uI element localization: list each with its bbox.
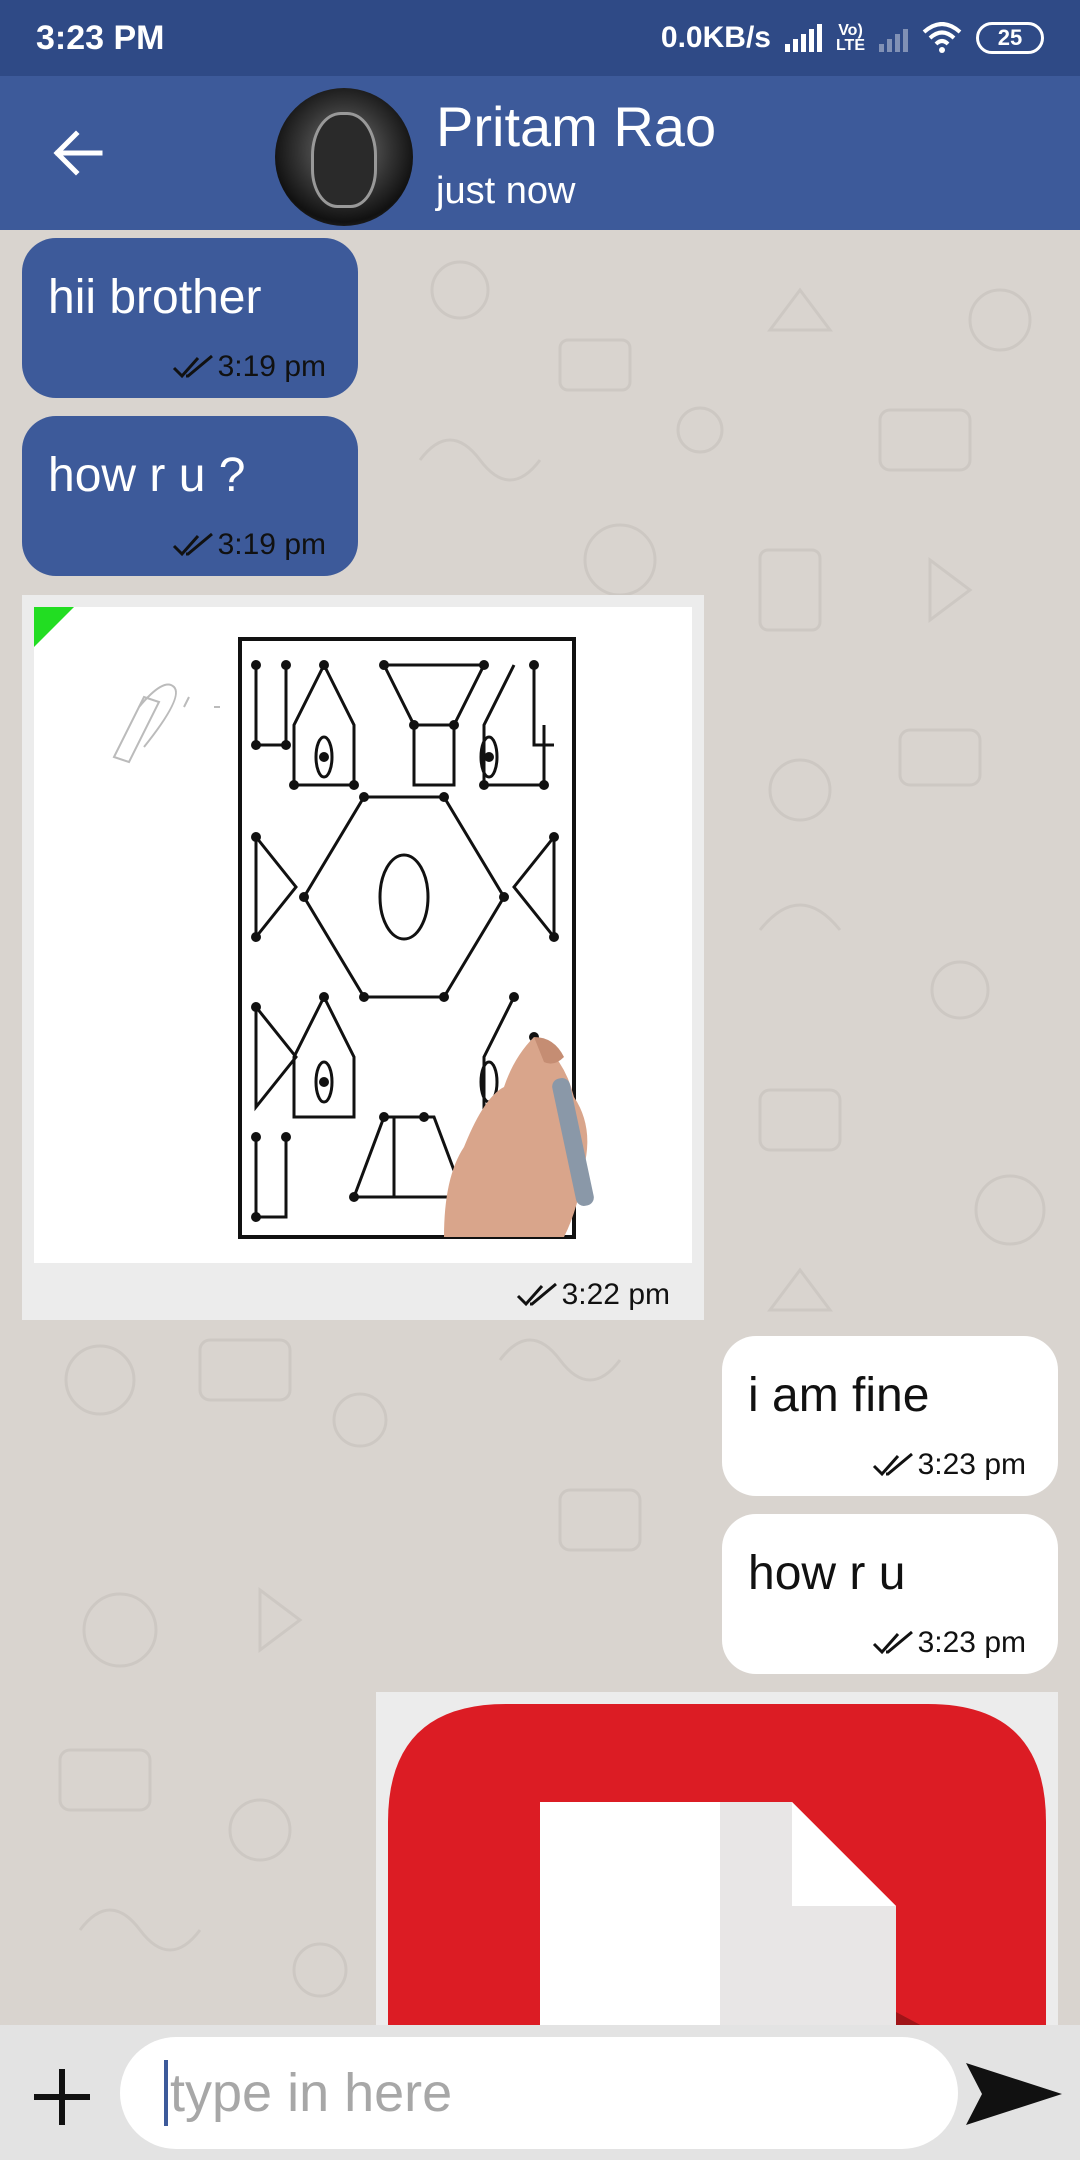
avatar-face — [311, 112, 377, 208]
message-outgoing[interactable]: how r u 3:23 pm — [722, 1514, 1058, 1674]
message-incoming[interactable]: hii brother 3:19 pm — [22, 238, 358, 398]
message-incoming[interactable]: how r u ? 3:19 pm — [22, 416, 358, 576]
double-check-icon — [872, 1452, 913, 1477]
status-time: 3:23 PM — [36, 18, 165, 57]
send-icon[interactable] — [962, 2059, 1066, 2129]
plus-icon[interactable] — [30, 2065, 94, 2129]
double-check-icon — [516, 1282, 557, 1307]
message-text: how r u — [748, 1547, 906, 1600]
message-time: 3:23 pm — [872, 1448, 1026, 1482]
message-input[interactable]: type in here — [120, 2037, 958, 2149]
volte-icon: Vo) LTE — [835, 22, 865, 54]
wifi-icon — [922, 22, 962, 53]
battery-icon: 25 — [976, 22, 1044, 54]
contact-status: just now — [436, 170, 576, 212]
contact-name[interactable]: Pritam Rao — [436, 94, 716, 159]
avatar[interactable] — [275, 88, 413, 226]
chat-header: Pritam Rao just now — [0, 76, 1080, 230]
message-time-text: 3:23 pm — [917, 1626, 1026, 1659]
image-thumbnail[interactable] — [34, 607, 692, 1263]
double-check-icon — [172, 532, 213, 557]
text-caret — [164, 2060, 168, 2126]
message-time-text: 3:19 pm — [217, 528, 326, 561]
battery-level: 25 — [997, 25, 1023, 50]
signal-dim-icon — [879, 24, 908, 52]
message-input-placeholder: type in here — [170, 2063, 453, 2123]
message-time: 3:19 pm — [172, 350, 326, 384]
status-bar: 3:23 PM 0.0KB/s Vo) LTE 25 — [0, 0, 1080, 76]
message-time-text: 3:22 pm — [561, 1278, 670, 1311]
message-time-text: 3:23 pm — [917, 1448, 1026, 1481]
message-text: i am fine — [748, 1369, 930, 1422]
message-time-text: 3:19 pm — [217, 350, 326, 383]
double-check-icon — [872, 1630, 913, 1655]
arrow-left-icon[interactable] — [50, 126, 104, 180]
net-speed: 0.0KB/s — [660, 21, 771, 54]
double-check-icon — [172, 354, 213, 379]
message-time: 3:23 pm — [872, 1626, 1026, 1660]
message-time: 3:22 pm — [516, 1278, 670, 1312]
message-time: 3:19 pm — [172, 528, 326, 562]
message-text: hii brother — [48, 271, 262, 324]
message-image[interactable]: 3:22 pm — [22, 595, 704, 1320]
volte-top: Vo) — [838, 22, 863, 39]
signal-icon — [784, 24, 822, 52]
pattern-drawing-image — [34, 607, 594, 1239]
message-outgoing[interactable]: i am fine 3:23 pm — [722, 1336, 1058, 1496]
message-composer: type in here — [0, 2025, 1080, 2160]
message-document[interactable] — [376, 1692, 1058, 2025]
message-text: how r u ? — [48, 449, 246, 502]
chat-area[interactable]: hii brother 3:19 pm how r u ? 3:19 pm 3:… — [0, 230, 1080, 2025]
status-icons: 0.0KB/s Vo) LTE 25 — [661, 21, 1044, 55]
volte-bottom: LTE — [835, 37, 865, 54]
pdf-document-icon — [388, 1704, 1046, 2025]
